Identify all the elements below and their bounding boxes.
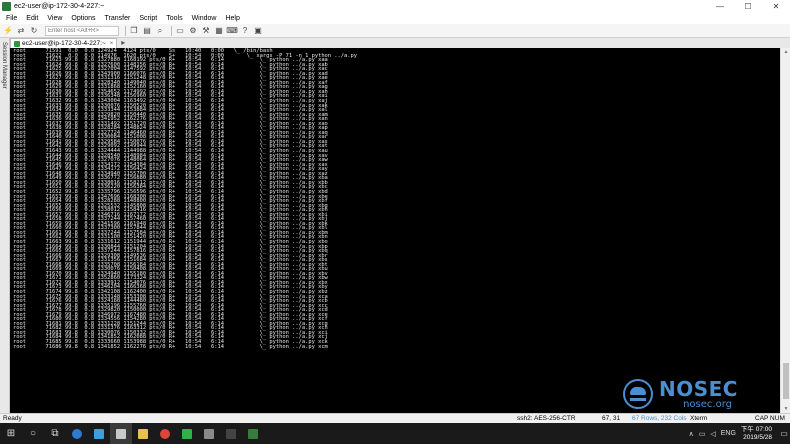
status-terminal-size: 67 Rows, 232 Cols [632,415,687,422]
menu-script[interactable]: Script [139,15,157,22]
toolbar: ⚡ ⇄ ↻ ❐ ▤ ⌕ ▭ ⚙ ⚒ ▦ ⌨ ? ▣ [0,24,790,38]
ie-icon[interactable] [88,423,110,444]
minimize-button[interactable]: — [706,0,734,13]
volume-icon[interactable]: ◁ [710,430,715,438]
nosec-logo-icon [623,379,653,409]
input-language[interactable]: ENG [721,430,736,437]
scroll-thumb[interactable] [783,363,789,399]
menu-edit[interactable]: Edit [26,15,38,22]
status-cipher: ssh2: AES-256-CTR [517,415,576,422]
connect-icon[interactable]: ⚡ [3,26,13,36]
quick-connect-icon[interactable]: ⇄ [16,26,26,36]
scroll-up-icon[interactable]: ▲ [781,48,790,56]
terminal-line: root 71686 99.8 0.8 1341852 1162276 pts/… [13,343,328,350]
menu-tools[interactable]: Tools [166,15,182,22]
file-explorer-icon[interactable] [132,423,154,444]
connected-check-icon [14,40,20,47]
watermark-url: nosec.org [683,398,732,410]
window-controls: — ☐ ✕ [706,0,790,13]
session-manager-sidebar[interactable]: Session Manager [0,38,10,413]
tray-chevron-icon[interactable]: ∧ [689,430,694,438]
status-terminal-type: Xterm [690,415,708,422]
print-icon[interactable]: ▭ [175,26,185,36]
chrome-icon[interactable] [154,423,176,444]
clock-period: 下午 [740,425,754,433]
terminal-app-icon[interactable] [242,423,264,444]
menu-view[interactable]: View [47,15,62,22]
menu-window[interactable]: Window [192,15,217,22]
start-button[interactable]: ⊞ [0,423,22,444]
app-icon-dark[interactable] [220,423,242,444]
reconnect-icon[interactable]: ↻ [29,26,39,36]
search-icon[interactable]: ○ [22,423,44,444]
window-titlebar: ec2-user@ip-172-30-4-227:~ — ☐ ✕ [0,0,790,13]
toolbar-separator [171,25,172,36]
tab-close-icon[interactable]: × [110,41,114,47]
tab-bar: ec2-user@ip-172-30-4-227:~ × ▸ [10,38,790,48]
tab-session[interactable]: ec2-user@ip-172-30-4-227:~ × [10,38,118,48]
menu-file[interactable]: File [6,15,17,22]
paste-icon[interactable]: ▤ [142,26,152,36]
app-icon [2,2,11,11]
settings-icon[interactable]: ⚙ [188,26,198,36]
screen-icon[interactable]: ▣ [253,26,263,36]
notes-icon[interactable] [198,423,220,444]
edge-icon[interactable] [66,423,88,444]
session-manager-label: Session Manager [1,42,7,89]
status-keyboard-locks: CAP NUM [755,415,785,422]
terminal-lines: root 71591 0.0 0.0 124924 4124 pts/0 Ss … [13,49,357,349]
window-title: ec2-user@ip-172-30-4-227:~ [14,3,105,10]
global-options-icon[interactable]: ⚒ [201,26,211,36]
scroll-down-icon[interactable]: ▼ [781,405,790,413]
maximize-button[interactable]: ☐ [734,0,762,13]
status-cursor-position: 67, 31 [602,415,621,422]
menu-options[interactable]: Options [71,15,95,22]
watermark-brand: NOSEC [659,376,738,401]
menu-help[interactable]: Help [225,15,239,22]
status-ready: Ready [3,415,22,422]
nosec-watermark: NOSEC nosec.org [623,374,773,414]
menu-bar: File Edit View Options Transfer Script T… [0,13,790,24]
network-icon[interactable]: ▭ [699,430,706,438]
windows-taskbar: ⊞ ○ ⧉ ∧ ▭ ◁ ENG 下午 07:00 2019/5/28 ▭ [0,423,790,444]
system-tray: ∧ ▭ ◁ ENG 下午 07:00 2019/5/28 ▭ [689,423,790,444]
tab-scroll-icon[interactable]: ▸ [121,38,125,48]
keymap-icon[interactable]: ⌨ [226,26,238,36]
host-input[interactable] [45,25,119,36]
clock-date: 2019/5/28 [743,433,772,441]
terminal-scrollbar[interactable]: ▲ ▼ [780,48,790,413]
status-bar: Ready ssh2: AES-256-CTR 67, 31 67 Rows, … [0,413,790,423]
close-button[interactable]: ✕ [762,0,790,13]
find-icon[interactable]: ⌕ [155,26,165,36]
securecrt-taskbar-icon[interactable] [110,423,132,444]
sftp-icon[interactable]: ▦ [214,26,224,36]
tab-session-label: ec2-user@ip-172-30-4-227:~ [22,40,106,47]
toolbar-separator [125,25,126,36]
clock-time: 07:00 [755,425,772,433]
task-view-icon[interactable]: ⧉ [44,423,66,444]
help-icon[interactable]: ? [240,26,250,36]
copy-icon[interactable]: ❐ [129,26,139,36]
menu-transfer[interactable]: Transfer [105,15,131,22]
clock[interactable]: 下午 07:00 2019/5/28 [741,426,772,442]
terminal-output[interactable]: root 71591 0.0 0.0 124924 4124 pts/0 Ss … [10,48,780,413]
notification-icon[interactable]: ▭ [778,423,790,444]
wechat-icon[interactable] [176,423,198,444]
